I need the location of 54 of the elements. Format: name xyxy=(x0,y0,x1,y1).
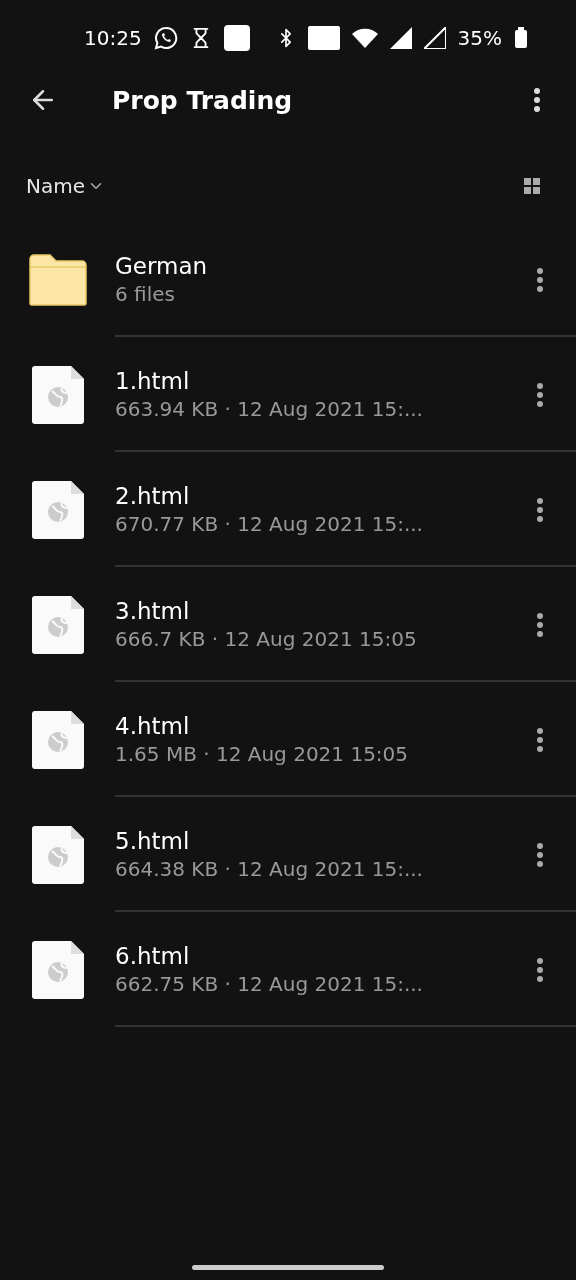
file-list-item[interactable]: 1.html 663.94 KB · 12 Aug 2021 15:... xyxy=(0,337,576,452)
file-list-item[interactable]: 4.html 1.65 MB · 12 Aug 2021 15:05 xyxy=(0,682,576,797)
web-file-icon xyxy=(31,595,84,654)
grid-view-icon[interactable] xyxy=(524,178,540,194)
folder-icon xyxy=(27,252,88,307)
web-file-icon xyxy=(31,710,84,769)
item-name: 4.html xyxy=(115,713,191,739)
item-name: German xyxy=(115,253,209,279)
more-icon xyxy=(537,267,543,292)
item-menu-button[interactable] xyxy=(537,382,543,407)
web-file-icon xyxy=(31,480,84,539)
more-icon xyxy=(537,612,543,637)
sort-button[interactable]: Name xyxy=(26,174,105,198)
web-file-icon xyxy=(31,940,84,999)
item-menu-button[interactable] xyxy=(537,727,543,752)
item-name: 1.html xyxy=(115,368,191,394)
web-file-icon xyxy=(31,825,84,884)
file-list-item[interactable]: German 6 files xyxy=(0,222,576,337)
item-name: 5.html xyxy=(115,828,191,854)
signal-icon xyxy=(389,26,412,49)
item-menu-button[interactable] xyxy=(537,612,543,637)
more-icon xyxy=(537,957,543,982)
file-list-item[interactable]: 3.html 666.7 KB · 12 Aug 2021 15:05 xyxy=(0,567,576,682)
web-file-icon xyxy=(31,365,84,424)
battery-percent: 35% xyxy=(457,25,502,50)
item-name: 6.html xyxy=(115,943,191,969)
item-details: 6 files xyxy=(115,282,176,306)
signal-icon xyxy=(423,26,446,49)
item-name: 2.html xyxy=(115,483,191,509)
item-menu-button[interactable] xyxy=(537,267,543,292)
item-details: 666.7 KB · 12 Aug 2021 15:05 xyxy=(115,627,418,651)
clock: 10:25 xyxy=(84,25,142,50)
more-options-button[interactable] xyxy=(534,88,540,112)
chat-icon xyxy=(153,25,178,50)
wifi-icon xyxy=(351,27,378,48)
file-list-item[interactable]: 2.html 670.77 KB · 12 Aug 2021 15:... xyxy=(0,452,576,567)
item-name: 3.html xyxy=(115,598,191,624)
more-icon xyxy=(537,382,543,407)
more-icon xyxy=(537,842,543,867)
item-menu-button[interactable] xyxy=(537,497,543,522)
file-list-item[interactable]: 5.html 664.38 KB · 12 Aug 2021 15:... xyxy=(0,797,576,912)
more-icon xyxy=(537,497,543,522)
item-details: 670.77 KB · 12 Aug 2021 15:... xyxy=(115,512,424,536)
file-list-item[interactable]: 6.html 662.75 KB · 12 Aug 2021 15:... xyxy=(0,912,576,1027)
item-details: 1.65 MB · 12 Aug 2021 15:05 xyxy=(115,742,410,766)
item-details: 662.75 KB · 12 Aug 2021 15:... xyxy=(115,972,424,996)
folder-title: Prop Trading xyxy=(112,85,294,115)
more-icon xyxy=(537,727,543,752)
item-details: 663.94 KB · 12 Aug 2021 15:... xyxy=(115,397,424,421)
item-details: 664.38 KB · 12 Aug 2021 15:... xyxy=(115,857,424,881)
item-menu-button[interactable] xyxy=(537,957,543,982)
item-menu-button[interactable] xyxy=(537,842,543,867)
battery-icon xyxy=(514,26,528,49)
more-icon xyxy=(534,88,540,112)
